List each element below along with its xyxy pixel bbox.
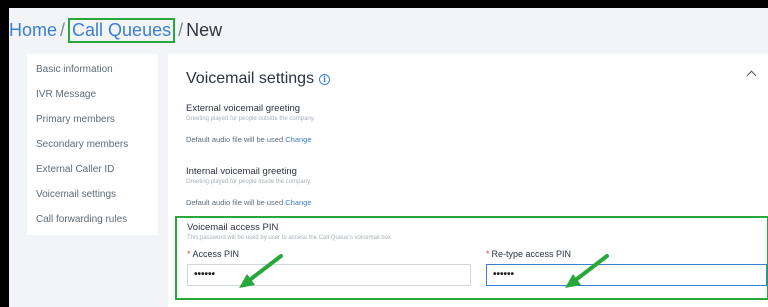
sidebar-item-primary-members[interactable]: Primary members — [27, 111, 158, 136]
internal-greeting-label: Internal voicemail greeting — [186, 166, 297, 177]
access-pin-label: * Access PIN — [187, 249, 239, 259]
pin-section-highlight: Voicemail access PIN This password will … — [175, 216, 768, 300]
breadcrumb-current: New — [186, 20, 223, 40]
internal-default-text: Default audio file will be used — [186, 198, 284, 207]
info-icon[interactable]: i — [319, 73, 331, 85]
sidebar-item-secondary-members[interactable]: Secondary members — [27, 136, 158, 161]
external-greeting-label: External voicemail greeting — [186, 103, 301, 114]
section-title-text: Voicemail settings — [186, 70, 315, 87]
breadcrumb: Home / Call Queues / New — [9, 18, 222, 43]
retype-pin-label: * Re-type access PIN — [486, 249, 571, 259]
section-title: Voicemail settings i — [186, 70, 331, 88]
external-default-text: Default audio file will be used — [186, 135, 284, 144]
breadcrumb-separator: / — [178, 20, 184, 40]
breadcrumb-separator: / — [60, 20, 66, 40]
breadcrumb-highlight: Call Queues — [68, 18, 176, 43]
internal-greeting-default: Default audio file will be used Change — [186, 198, 312, 207]
sidebar-item-basic-information[interactable]: Basic information — [27, 61, 158, 86]
external-greeting-hint: Greeting played for people outside the c… — [186, 116, 315, 122]
arrow-icon — [565, 254, 609, 288]
sidebar-item-external-caller-id[interactable]: External Caller ID — [27, 161, 158, 186]
sidebar-item-call-forwarding-rules[interactable]: Call forwarding rules — [27, 211, 158, 236]
sidebar-item-voicemail-settings[interactable]: Voicemail settings — [27, 186, 158, 211]
app-screen: Home / Call Queues / New Basic informati… — [9, 8, 768, 307]
external-change-link[interactable]: Change — [285, 135, 311, 144]
retype-pin-input[interactable]: •••••• — [486, 264, 767, 286]
external-greeting-default: Default audio file will be used Change — [186, 135, 312, 144]
arrow-icon — [239, 254, 283, 288]
chevron-up-icon[interactable] — [746, 70, 757, 81]
required-mark: * — [486, 249, 490, 259]
access-pin-label-text: Access PIN — [192, 249, 240, 259]
access-pin-input[interactable]: •••••• — [187, 264, 471, 286]
required-mark: * — [187, 249, 191, 259]
breadcrumb-call-queues[interactable]: Call Queues — [72, 20, 171, 40]
retype-pin-label-text: Re-type access PIN — [491, 249, 572, 259]
internal-greeting-hint: Greeting played for people inside the co… — [186, 179, 312, 185]
pin-label: Voicemail access PIN — [187, 222, 279, 233]
pin-hint: This password will be used by user to ac… — [187, 235, 393, 241]
sidebar-item-ivr-message[interactable]: IVR Message — [27, 86, 158, 111]
settings-sidebar: Basic information IVR Message Primary me… — [27, 54, 158, 235]
breadcrumb-home[interactable]: Home — [9, 20, 57, 41]
internal-change-link[interactable]: Change — [285, 198, 311, 207]
